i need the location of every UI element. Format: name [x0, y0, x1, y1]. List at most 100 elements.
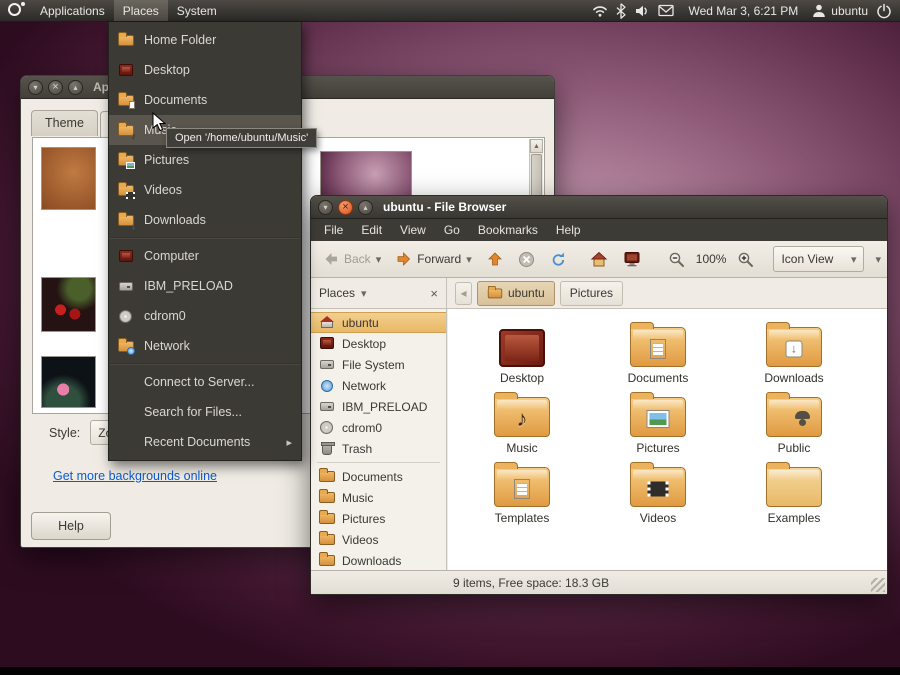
sidebar-item-ibm-preload[interactable]: IBM_PRELOAD [311, 396, 446, 417]
stop-button[interactable] [512, 247, 541, 272]
user-menu[interactable]: ubuntu [812, 3, 868, 18]
menu-applications[interactable]: Applications [31, 0, 114, 21]
menu-edit[interactable]: Edit [352, 220, 391, 240]
menu-system[interactable]: System [168, 0, 226, 21]
ubuntu-logo[interactable] [6, 1, 26, 21]
close-button[interactable] [338, 200, 353, 215]
forward-button[interactable]: Forward [390, 247, 478, 271]
up-button[interactable] [481, 247, 509, 271]
drive-icon [319, 398, 336, 415]
sidebar-item-file-system[interactable]: File System [311, 354, 446, 375]
places-menu-item-pictures[interactable]: Pictures [109, 145, 301, 175]
file-item-documents[interactable]: Documents [590, 321, 726, 391]
menu-go[interactable]: Go [435, 220, 469, 240]
toolbar-overflow-icon[interactable] [875, 252, 881, 266]
places-menu-item-documents[interactable]: Documents [109, 85, 301, 115]
zoom-in-button[interactable] [731, 247, 760, 272]
mail-icon[interactable] [658, 4, 674, 17]
folder-videos-icon [630, 467, 686, 507]
places-menu-item-recent-documents[interactable]: Recent Documents [109, 427, 301, 457]
sidebar-item-downloads[interactable]: Downloads [311, 550, 446, 570]
file-item-videos[interactable]: Videos [590, 461, 726, 531]
sidebar-item-trash[interactable]: Trash [311, 438, 446, 459]
stop-icon [518, 251, 535, 268]
power-icon[interactable] [876, 3, 892, 19]
file-item-music[interactable]: ♪ Music [454, 391, 590, 461]
home-button[interactable] [584, 247, 614, 271]
folder-icon [319, 489, 336, 506]
sidebar-item-cdrom0[interactable]: cdrom0 [311, 417, 446, 438]
scroll-up-icon[interactable] [530, 139, 543, 153]
volume-icon[interactable] [634, 3, 650, 19]
breadcrumb-ubuntu[interactable]: ubuntu [477, 281, 555, 306]
view-mode-select[interactable]: Icon View [773, 246, 864, 272]
places-menu-item-connect-to-server[interactable]: Connect to Server... [109, 367, 301, 397]
tooltip: Open '/home/ubuntu/Music' [166, 128, 317, 148]
zoom-out-icon [668, 251, 685, 268]
sidebar-item-label: Documents [342, 470, 403, 484]
sidebar-item-desktop[interactable]: Desktop [311, 333, 446, 354]
back-button[interactable]: Back [317, 247, 387, 271]
sidebar-item-videos[interactable]: Videos [311, 529, 446, 550]
places-sidebar: ubuntu Desktop File System Network IBM_P… [311, 309, 447, 570]
file-item-desktop[interactable]: Desktop [454, 321, 590, 391]
minimize-button[interactable] [318, 200, 333, 215]
minimize-button[interactable] [28, 80, 43, 95]
refresh-button[interactable] [544, 247, 573, 272]
file-item-pictures[interactable]: Pictures [590, 391, 726, 461]
sidebar-item-documents[interactable]: Documents [311, 466, 446, 487]
help-button[interactable]: Help [31, 512, 111, 540]
close-button[interactable] [48, 80, 63, 95]
bluetooth-icon[interactable] [616, 3, 626, 19]
file-browser-titlebar[interactable]: ubuntu - File Browser [311, 196, 887, 219]
menu-view[interactable]: View [391, 220, 435, 240]
places-menu-item-desktop[interactable]: Desktop [109, 55, 301, 85]
menu-help[interactable]: Help [547, 220, 590, 240]
sidebar-item-ubuntu[interactable]: ubuntu [311, 312, 446, 333]
wifi-icon[interactable] [592, 3, 608, 19]
zoom-out-button[interactable] [662, 247, 691, 272]
menu-file[interactable]: File [315, 220, 352, 240]
breadcrumb-scroll-left-button[interactable] [455, 282, 472, 305]
wallpaper-thumbnail-copper[interactable] [41, 147, 96, 210]
places-menu-item-computer[interactable]: Computer [109, 241, 301, 271]
places-menu-item-videos[interactable]: Videos [109, 175, 301, 205]
file-browser-window: ubuntu - File Browser File Edit View Go … [310, 195, 888, 595]
menu-places[interactable]: Places [114, 0, 168, 21]
sidebar-mode-select[interactable]: Places [311, 278, 447, 309]
close-sidebar-icon[interactable] [430, 286, 438, 301]
clock[interactable]: Wed Mar 3, 6:21 PM [688, 4, 798, 18]
places-menu-item-home-folder[interactable]: Home Folder [109, 25, 301, 55]
breadcrumb-pictures[interactable]: Pictures [560, 281, 623, 306]
sidebar-item-network[interactable]: Network [311, 375, 446, 396]
get-more-backgrounds-link[interactable]: Get more backgrounds online [53, 469, 217, 483]
resize-grip[interactable] [871, 578, 885, 592]
file-label: Public [778, 441, 811, 455]
file-label: Videos [640, 511, 676, 525]
sidebar-item-music[interactable]: Music [311, 487, 446, 508]
maximize-button[interactable] [68, 80, 83, 95]
home-folder-icon [118, 32, 135, 49]
forward-label: Forward [417, 252, 461, 266]
maximize-button[interactable] [358, 200, 373, 215]
breadcrumb-label: Pictures [570, 286, 613, 300]
places-menu-item-search-for-files[interactable]: Search for Files... [109, 397, 301, 427]
places-menu-item-cdrom0[interactable]: cdrom0 [109, 301, 301, 331]
places-menu-item-network[interactable]: Network [109, 331, 301, 361]
folder-music-icon: ♪ [494, 397, 550, 437]
file-item-public[interactable]: Public [726, 391, 862, 461]
tab-theme[interactable]: Theme [31, 110, 98, 136]
places-menu-item-ibm-preload[interactable]: IBM_PRELOAD [109, 271, 301, 301]
menu-item-label: Documents [144, 93, 207, 107]
menu-bookmarks[interactable]: Bookmarks [469, 220, 547, 240]
file-item-downloads[interactable]: ↓ Downloads [726, 321, 862, 391]
file-item-examples[interactable]: Examples [726, 461, 862, 531]
wallpaper-thumbnail-lotus[interactable] [41, 356, 96, 408]
computer-button[interactable] [617, 247, 647, 271]
file-item-templates[interactable]: Templates [454, 461, 590, 531]
places-menu-item-downloads[interactable]: Downloads [109, 205, 301, 235]
sidebar-item-pictures[interactable]: Pictures [311, 508, 446, 529]
view-mode-value: Icon View [781, 252, 833, 266]
menu-item-label: Downloads [144, 213, 206, 227]
wallpaper-thumbnail-cherries[interactable] [41, 277, 96, 332]
